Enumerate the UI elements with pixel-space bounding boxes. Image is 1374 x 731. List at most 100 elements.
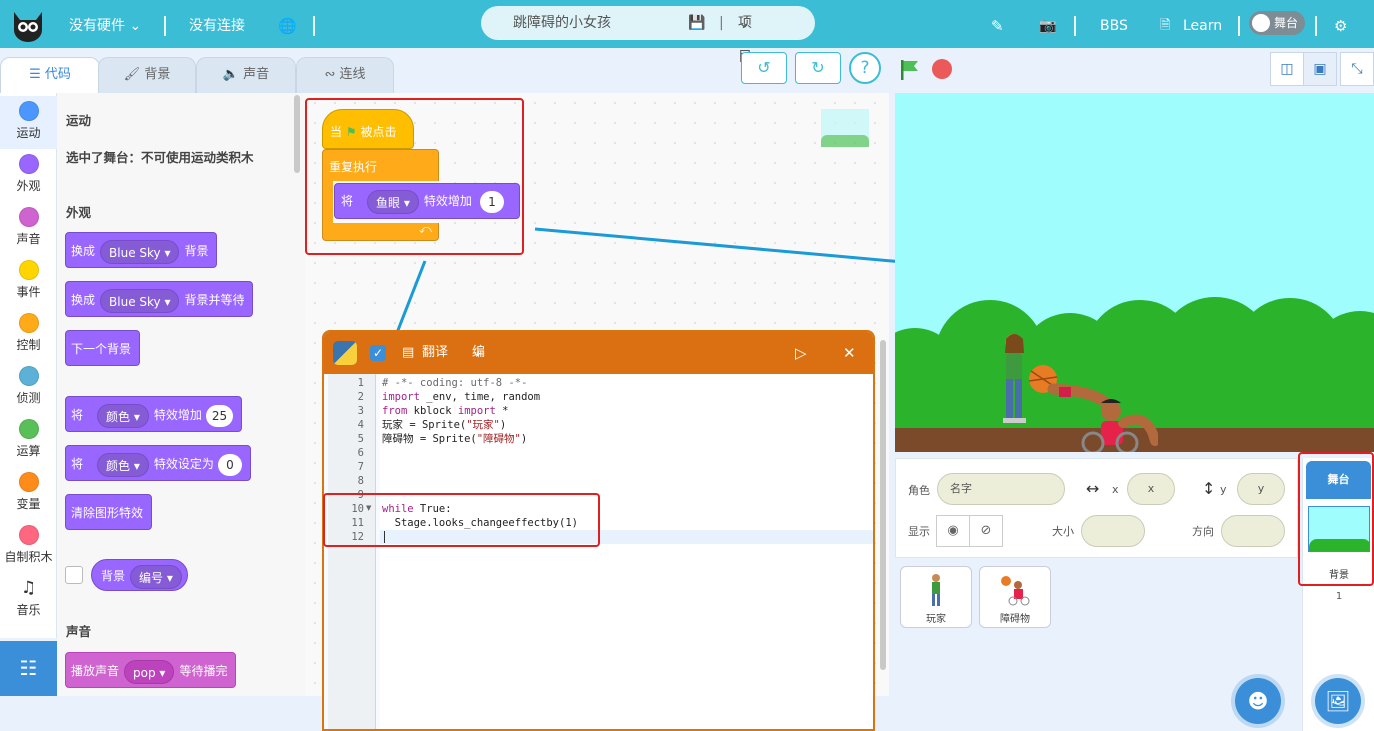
my-blocks-dot (18, 525, 39, 545)
code-line: from kblock import * (382, 405, 509, 417)
add-extension-icon: ☷ (19, 656, 38, 680)
show-hidden-button[interactable]: ⊘ (969, 515, 1003, 547)
backdrop-number-reporter[interactable]: 背景 编号 ▾ (91, 559, 188, 591)
backdrop-reporter-checkbox[interactable] (65, 566, 83, 584)
translate-button[interactable]: 翻译 (422, 332, 448, 374)
events-dot (18, 260, 39, 280)
backdrop-dropdown[interactable]: Blue Sky ▾ (100, 288, 180, 313)
change-effect-block[interactable]: 将颜色 ▾ 特效增加 25 (65, 396, 242, 432)
python-icon (333, 341, 357, 365)
learn-link[interactable]: Learn (1183, 0, 1222, 48)
category-sound[interactable]: 声音 (0, 202, 57, 255)
clear-effects-block[interactable]: 清除图形特效 (65, 494, 152, 530)
backdrop-dropdown[interactable]: Blue Sky ▾ (100, 239, 180, 264)
tab-code[interactable]: ☰ 代码 (0, 57, 100, 94)
cat-plus-icon: ☻ (1247, 689, 1269, 713)
sound-dropdown[interactable]: pop ▾ (124, 659, 175, 684)
large-stage-button[interactable]: ▣ (1303, 52, 1337, 86)
sprite-thumb-player[interactable]: 玩家 (900, 566, 972, 628)
palette-scrollbar[interactable] (294, 95, 300, 173)
green-flag-button[interactable] (898, 58, 922, 82)
small-stage-button[interactable]: ◫ (1270, 52, 1304, 86)
sprite-name-field[interactable]: 名字 (937, 473, 1065, 505)
category-control[interactable]: 控制 (0, 308, 57, 361)
tab-backdrop[interactable]: 🖌 背景 (98, 57, 196, 93)
add-extension-button[interactable]: ☷ (0, 641, 57, 696)
line-number: 3 (357, 405, 364, 417)
play-sound-until-done-block[interactable]: 播放声音 pop ▾ 等待播完 (65, 652, 237, 688)
stage-mode-toggle[interactable]: 舞台 (1249, 11, 1305, 35)
category-operators[interactable]: 运算 (0, 414, 57, 467)
help-button[interactable]: ? (849, 52, 881, 84)
globe-icon[interactable]: 🌐 (278, 0, 297, 48)
speaker-icon: 🔈 (222, 67, 240, 82)
tab-sound[interactable]: 🔈 声音 (196, 57, 296, 93)
fullscreen-button[interactable]: ⤡ (1340, 52, 1374, 86)
close-icon[interactable]: ✕ (843, 332, 856, 374)
backdrop-number-dropdown[interactable]: 编号 ▾ (130, 564, 182, 589)
category-variables[interactable]: 变量 (0, 467, 57, 520)
workspace-scrollbar[interactable] (880, 340, 886, 670)
next-backdrop-block[interactable]: 下一个背景 (65, 330, 140, 366)
category-my-blocks[interactable]: 自制积木 (0, 520, 57, 573)
add-sprite-button[interactable]: ☻ (1235, 678, 1281, 724)
effect-dropdown[interactable]: 颜色 ▾ (97, 403, 149, 428)
terminal-icon: ▤ (402, 345, 415, 360)
switch-backdrop-wait-block[interactable]: 换成 Blue Sky ▾ 背景并等待 (65, 281, 254, 317)
run-icon[interactable]: ▷ (795, 332, 807, 374)
sprite-obstacle[interactable] (1023, 361, 1158, 452)
edit-menu[interactable]: 编辑⌄ (472, 332, 485, 402)
code-highlight-box (323, 493, 600, 547)
top-menu-bar: 没有硬件 ⌄ 没有连接 🌐 跳障碍的小女孩 💾 | 项目 ⌄ ✎ 📷 BBS 🗎… (0, 0, 1374, 65)
checkbox[interactable]: ✓ (370, 345, 386, 361)
save-icon[interactable]: 💾 (688, 6, 705, 40)
category-sensing[interactable]: 侦测 (0, 361, 57, 414)
wire-icon: ∾ (324, 67, 336, 82)
variables-dot (18, 472, 39, 492)
size-field[interactable] (1081, 515, 1145, 547)
category-looks[interactable]: 外观 (0, 149, 57, 202)
brush-icon: 🖌 (123, 67, 141, 82)
block-palette: 运动 选中了舞台：不可使用运动类积木 外观 换成 Blue Sky ▾ 背景 换成 B… (57, 93, 305, 696)
code-editor[interactable]: # -*- coding: utf-8 -*- import _env, tim… (380, 374, 873, 729)
undo-button[interactable]: ↺ (741, 52, 787, 84)
category-events[interactable]: 事件 (0, 255, 57, 308)
tab-wiring[interactable]: ∾ 连线 (296, 57, 394, 93)
show-visible-button[interactable]: ◉ (936, 515, 970, 547)
obstacle-thumbnail (1001, 576, 1030, 606)
x-field[interactable]: x (1127, 473, 1175, 505)
x-label: x (1112, 483, 1119, 496)
line-number: 2 (357, 391, 364, 403)
python-window-header: ✓ ▤ 翻译 编辑⌄ ▷ ✕ (324, 332, 873, 402)
camera-icon[interactable]: 📷 (1039, 0, 1056, 48)
project-title[interactable]: 跳障碍的小女孩 (513, 6, 611, 40)
effect-amount-input[interactable]: 25 (205, 404, 234, 427)
gear-icon[interactable]: ⚙ (1334, 0, 1347, 48)
category-music[interactable]: ♫ 音乐 (0, 573, 57, 626)
category-motion[interactable]: 运动 (0, 96, 57, 149)
stop-button[interactable] (932, 59, 952, 79)
app-logo[interactable] (8, 4, 48, 44)
effect-dropdown[interactable]: 颜色 ▾ (97, 452, 149, 477)
pencil-icon[interactable]: ✎ (991, 0, 1004, 48)
direction-label: 方向 (1192, 525, 1214, 538)
code-line: # -*- coding: utf-8 -*- (382, 377, 528, 389)
effect-value-input[interactable]: 0 (217, 453, 242, 476)
direction-field[interactable] (1221, 515, 1285, 547)
hardware-menu[interactable]: 没有硬件 ⌄ (69, 0, 141, 48)
bbs-link[interactable]: BBS (1100, 0, 1128, 48)
y-field[interactable]: y (1237, 473, 1285, 505)
music-icon: ♫ (20, 578, 37, 598)
set-effect-block[interactable]: 将颜色 ▾ 特效设定为 0 (65, 445, 251, 481)
connection-menu[interactable]: 没有连接 (189, 0, 245, 48)
stage-highlight-box (1298, 452, 1374, 586)
add-backdrop-button[interactable]: 🖼 (1315, 678, 1361, 724)
switch-backdrop-block[interactable]: 换成 Blue Sky ▾ 背景 (65, 232, 218, 268)
book-icon: 🗎 (1160, 18, 1171, 33)
redo-button[interactable]: ↻ (795, 52, 841, 84)
eye-slash-icon: ⊘ (980, 523, 992, 538)
stage-canvas[interactable] (895, 93, 1374, 452)
operators-dot (18, 419, 39, 439)
line-number-gutter: 1 2 3 4 5 6 7 8 9 10 11 12 ▼ (328, 374, 376, 729)
sprite-thumb-obstacle[interactable]: 障碍物 (979, 566, 1051, 628)
